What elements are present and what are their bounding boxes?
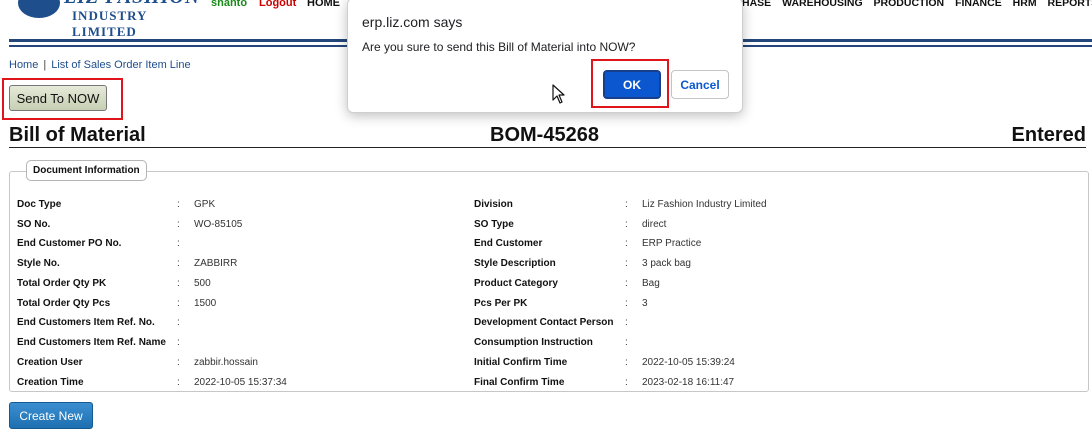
breadcrumb-home[interactable]: Home <box>9 59 38 71</box>
nav-home[interactable]: HOME <box>307 0 340 9</box>
field-colon: : <box>625 337 628 348</box>
field-colon: : <box>625 317 628 328</box>
breadcrumb-separator: | <box>43 59 47 71</box>
field-colon: : <box>625 357 628 368</box>
logo: LIZ FASHION INDUSTRY LIMITED <box>14 0 204 39</box>
breadcrumb-current[interactable]: List of Sales Order Item Line <box>51 59 190 71</box>
field-value: Liz Fashion Industry Limited <box>642 199 767 210</box>
breadcrumb: Home | List of Sales Order Item Line <box>9 59 191 71</box>
field-colon: : <box>625 258 628 269</box>
field-row: SO Type: direct <box>0 219 1092 233</box>
field-label: End Customer <box>474 238 543 249</box>
status-badge: Entered <box>1011 124 1086 146</box>
highlight-box-send <box>2 78 123 120</box>
top-nav-menu: HASE WAREHOUSING PRODUCTION FINANCE HRM … <box>742 0 1092 9</box>
nav-reports[interactable]: REPORTS <box>1048 0 1092 9</box>
field-colon: : <box>625 219 628 230</box>
field-colon: : <box>625 238 628 249</box>
logo-subtitle: INDUSTRY LIMITED <box>72 8 147 39</box>
dialog-cancel-button[interactable]: Cancel <box>671 70 729 99</box>
dialog-title: erp.liz.com says <box>362 14 463 30</box>
page-title: Bill of Material <box>9 124 146 146</box>
field-colon: : <box>625 377 628 388</box>
field-colon: : <box>625 278 628 289</box>
field-row: Product Category: Bag <box>0 278 1092 292</box>
nav-finance[interactable]: FINANCE <box>955 0 1002 9</box>
field-value: 3 <box>642 298 648 309</box>
nav-purchase[interactable]: HASE <box>742 0 771 9</box>
field-row: End Customer: ERP Practice <box>0 238 1092 252</box>
mouse-pointer-icon <box>552 84 565 104</box>
field-label: SO Type <box>474 219 514 230</box>
nav-production[interactable]: PRODUCTION <box>874 0 945 9</box>
field-label: Development Contact Person <box>474 317 614 328</box>
highlight-box-ok <box>591 59 669 108</box>
logo-emblem-icon <box>18 0 60 18</box>
field-value: Bag <box>642 278 660 289</box>
field-row: Final Confirm Time: 2023-02-18 16:11:47 <box>0 377 1092 391</box>
field-row: Development Contact Person: <box>0 317 1092 331</box>
field-label: Initial Confirm Time <box>474 357 568 368</box>
logout-link[interactable]: Logout <box>259 0 296 9</box>
field-row: Division: Liz Fashion Industry Limited <box>0 199 1092 213</box>
page-title-bar: Bill of Material BOM-45268 Entered <box>9 124 1086 148</box>
field-row: Initial Confirm Time: 2022-10-05 15:39:24 <box>0 357 1092 371</box>
field-label: Final Confirm Time <box>474 377 565 388</box>
field-value: 2022-10-05 15:39:24 <box>642 357 735 368</box>
field-value: ERP Practice <box>642 238 702 249</box>
section-legend: Document Information <box>26 160 147 181</box>
nav-warehousing[interactable]: WAREHOUSING <box>782 0 863 9</box>
field-row: Pcs Per PK: 3 <box>0 298 1092 312</box>
dialog-message: Are you sure to send this Bill of Materi… <box>362 40 636 54</box>
nav-hrm[interactable]: HRM <box>1013 0 1037 9</box>
field-value: direct <box>642 219 667 230</box>
field-label: Style Description <box>474 258 556 269</box>
field-row: Consumption Instruction: <box>0 337 1092 351</box>
field-label: Consumption Instruction <box>474 337 593 348</box>
field-label: Product Category <box>474 278 558 289</box>
current-user: shanto <box>211 0 248 9</box>
field-colon: : <box>625 199 628 210</box>
field-value: 3 pack bag <box>642 258 691 269</box>
document-number: BOM-45268 <box>490 124 599 146</box>
field-value: 2023-02-18 16:11:47 <box>642 377 735 388</box>
confirm-dialog: erp.liz.com says Are you sure to send th… <box>347 0 743 113</box>
field-label: Pcs Per PK <box>474 298 528 309</box>
field-colon: : <box>625 298 628 309</box>
field-label: Division <box>474 199 513 210</box>
create-new-button[interactable]: Create New <box>9 402 93 429</box>
field-row: Style Description: 3 pack bag <box>0 258 1092 272</box>
